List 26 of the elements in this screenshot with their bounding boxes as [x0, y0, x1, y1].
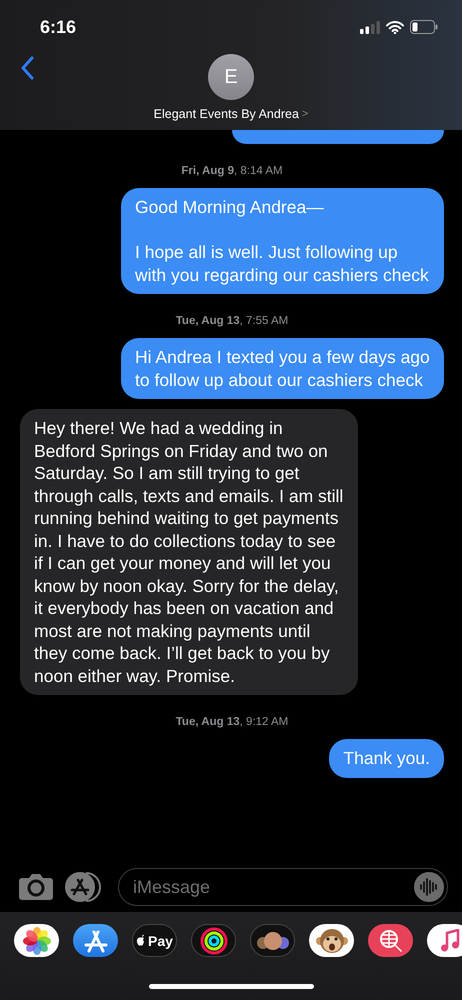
app-store-app-icon[interactable] [73, 924, 118, 957]
signal-icon [360, 20, 380, 34]
apple-pay-app-icon[interactable]: Pay [132, 924, 177, 957]
status-time: 6:16 [40, 16, 76, 38]
chevron-icon: > [302, 108, 308, 120]
back-button[interactable] [20, 56, 34, 80]
message-bubble: Thank you. [329, 739, 444, 778]
message-input[interactable]: iMessage [118, 868, 448, 906]
activity-rings-icon[interactable] [191, 924, 236, 957]
timestamp: Tue, Aug 13, 7:55 AM [174, 314, 290, 328]
camera-icon[interactable] [18, 873, 54, 901]
message-bubble: Hi Andrea I texted you a few days ago to follow up about our cashiers check [121, 338, 444, 399]
timestamp: Tue, Aug 13, 9:12 AM [174, 715, 290, 729]
message-bubble: Hey there! We had a wedding in Bedford Springs on Friday and two on Saturday. So I am still trying to get through calls, texts and emails. I am still running behind waiting to get payments in. I have to do collections today to see if I can get your money and will let you know by noon okay. Sorry for the delay, it everybody has been on vacation and most are not making payments until they come back. I’ll get back to you by noon either way. Promise. [20, 409, 358, 695]
timestamp: Fri, Aug 9, 8:14 AM [180, 164, 284, 178]
web-search-icon[interactable] [368, 924, 413, 957]
battery-icon [410, 20, 438, 34]
message-bubble: Good Morning Andrea— I hope all is well. Just following up with you regarding our cashiers check [121, 188, 444, 294]
photos-app-icon[interactable] [14, 924, 59, 957]
monkey-icon[interactable] [309, 924, 354, 957]
wifi-icon [386, 20, 404, 34]
avatar-group-icon[interactable] [250, 924, 295, 957]
contact-name[interactable]: Elegant Events By Andrea [154, 107, 299, 121]
audio-waveform-icon[interactable] [414, 872, 444, 902]
app-store-icon[interactable] [64, 871, 104, 903]
music-note-icon[interactable] [427, 924, 462, 957]
